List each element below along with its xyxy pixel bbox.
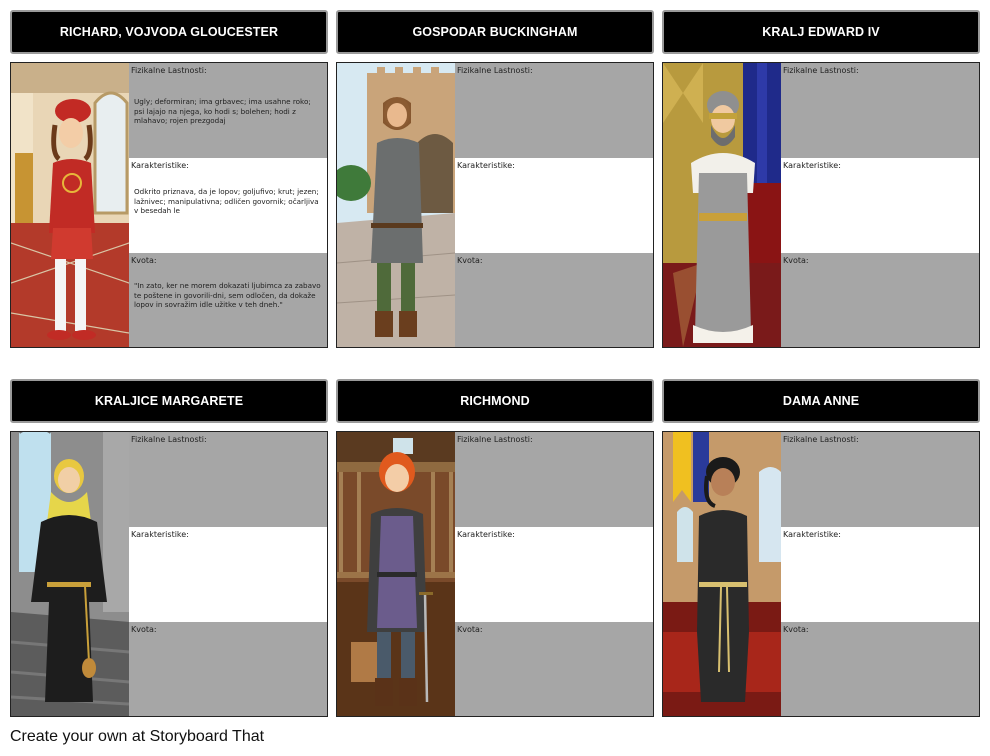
storyboard-cell-anne: DAMA ANNE Fizikalne Lastnosti: Karakteri… xyxy=(662,379,980,719)
cell-title[interactable]: KRALJ EDWARD IV xyxy=(662,10,980,54)
character-traits-field[interactable]: Karakteristike: xyxy=(129,527,327,622)
quote-label: Kvota: xyxy=(131,256,157,265)
physical-traits-label: Fizikalne Lastnosti: xyxy=(783,435,859,444)
quote-field[interactable]: Kvota: xyxy=(455,622,653,716)
quote-field[interactable]: Kvota: "In zato, ker ne morem dokazati l… xyxy=(129,253,327,347)
physical-traits-label: Fizikalne Lastnosti: xyxy=(783,66,859,75)
character-traits-text: Odkrito priznava, da je lopov; goljufivo… xyxy=(134,187,319,216)
physical-traits-field[interactable]: Fizikalne Lastnosti: xyxy=(129,432,327,527)
footer-credit-link[interactable]: Create your own at Storyboard That xyxy=(10,728,264,746)
quote-label: Kvota: xyxy=(457,625,483,634)
physical-traits-text: Ugly; deformiran; ima grbavec; ima usahn… xyxy=(134,97,311,126)
physical-traits-field[interactable]: Fizikalne Lastnosti: xyxy=(781,432,979,527)
character-traits-field[interactable]: Karakteristike: Odkrito priznava, da je … xyxy=(129,158,327,253)
quote-label: Kvota: xyxy=(783,256,809,265)
physical-traits-field[interactable]: Fizikalne Lastnosti: xyxy=(455,432,653,527)
cell-panel[interactable]: Fizikalne Lastnosti: Karakteristike: Kvo… xyxy=(662,431,980,717)
quote-label: Kvota: xyxy=(783,625,809,634)
character-traits-label: Karakteristike: xyxy=(783,530,841,539)
cell-panel[interactable]: Fizikalne Lastnosti: Karakteristike: Kvo… xyxy=(336,431,654,717)
scene-image-buckingham[interactable] xyxy=(337,63,455,347)
cell-panel[interactable]: Fizikalne Lastnosti: Ugly; deformiran; i… xyxy=(10,62,328,348)
storyboard-cell-buckingham: GOSPODAR BUCKINGHAM Fizikalne Lastnosti:… xyxy=(336,10,654,350)
character-traits-label: Karakteristike: xyxy=(457,161,515,170)
scene-image-margarete[interactable] xyxy=(11,432,129,716)
cell-title[interactable]: GOSPODAR BUCKINGHAM xyxy=(336,10,654,54)
character-traits-field[interactable]: Karakteristike: xyxy=(455,158,653,253)
character-traits-label: Karakteristike: xyxy=(783,161,841,170)
scene-image-edward[interactable] xyxy=(663,63,781,347)
character-traits-label: Karakteristike: xyxy=(131,530,189,539)
cell-panel[interactable]: Fizikalne Lastnosti: Karakteristike: Kvo… xyxy=(10,431,328,717)
physical-traits-field[interactable]: Fizikalne Lastnosti: Ugly; deformiran; i… xyxy=(129,63,327,158)
character-traits-label: Karakteristike: xyxy=(457,530,515,539)
cell-title[interactable]: KRALJICE MARGARETE xyxy=(10,379,328,423)
storyboard-cell-edward: KRALJ EDWARD IV Fizikalne Lastnosti: Kar… xyxy=(662,10,980,350)
character-traits-field[interactable]: Karakteristike: xyxy=(455,527,653,622)
quote-label: Kvota: xyxy=(457,256,483,265)
storyboard-cell-margarete: KRALJICE MARGARETE Fizikalne Lastnosti: … xyxy=(10,379,328,719)
physical-traits-label: Fizikalne Lastnosti: xyxy=(457,66,533,75)
info-fields: Fizikalne Lastnosti: Karakteristike: Kvo… xyxy=(455,432,653,716)
storyboard-cell-richmond: RICHMOND Fizikalne Lastnosti: Karakteris… xyxy=(336,379,654,719)
cell-title[interactable]: DAMA ANNE xyxy=(662,379,980,423)
info-fields: Fizikalne Lastnosti: Karakteristike: Kvo… xyxy=(781,432,979,716)
cell-panel[interactable]: Fizikalne Lastnosti: Karakteristike: Kvo… xyxy=(662,62,980,348)
scene-image-richard[interactable] xyxy=(11,63,129,347)
info-fields: Fizikalne Lastnosti: Ugly; deformiran; i… xyxy=(129,63,327,347)
physical-traits-label: Fizikalne Lastnosti: xyxy=(131,435,207,444)
quote-text: "In zato, ker ne morem dokazati ljubimca… xyxy=(134,281,321,310)
cell-title[interactable]: RICHARD, VOJVODA GLOUCESTER xyxy=(10,10,328,54)
cell-title[interactable]: RICHMOND xyxy=(336,379,654,423)
physical-traits-label: Fizikalne Lastnosti: xyxy=(457,435,533,444)
character-traits-label: Karakteristike: xyxy=(131,161,189,170)
quote-field[interactable]: Kvota: xyxy=(129,622,327,716)
quote-label: Kvota: xyxy=(131,625,157,634)
physical-traits-label: Fizikalne Lastnosti: xyxy=(131,66,207,75)
quote-field[interactable]: Kvota: xyxy=(781,253,979,347)
scene-image-richmond[interactable] xyxy=(337,432,455,716)
info-fields: Fizikalne Lastnosti: Karakteristike: Kvo… xyxy=(781,63,979,347)
quote-field[interactable]: Kvota: xyxy=(781,622,979,716)
storyboard-cell-richard: RICHARD, VOJVODA GLOUCESTER Fizikalne La… xyxy=(10,10,328,350)
character-traits-field[interactable]: Karakteristike: xyxy=(781,158,979,253)
quote-field[interactable]: Kvota: xyxy=(455,253,653,347)
info-fields: Fizikalne Lastnosti: Karakteristike: Kvo… xyxy=(129,432,327,716)
info-fields: Fizikalne Lastnosti: Karakteristike: Kvo… xyxy=(455,63,653,347)
character-traits-field[interactable]: Karakteristike: xyxy=(781,527,979,622)
physical-traits-field[interactable]: Fizikalne Lastnosti: xyxy=(455,63,653,158)
scene-image-anne[interactable] xyxy=(663,432,781,716)
cell-panel[interactable]: Fizikalne Lastnosti: Karakteristike: Kvo… xyxy=(336,62,654,348)
physical-traits-field[interactable]: Fizikalne Lastnosti: xyxy=(781,63,979,158)
